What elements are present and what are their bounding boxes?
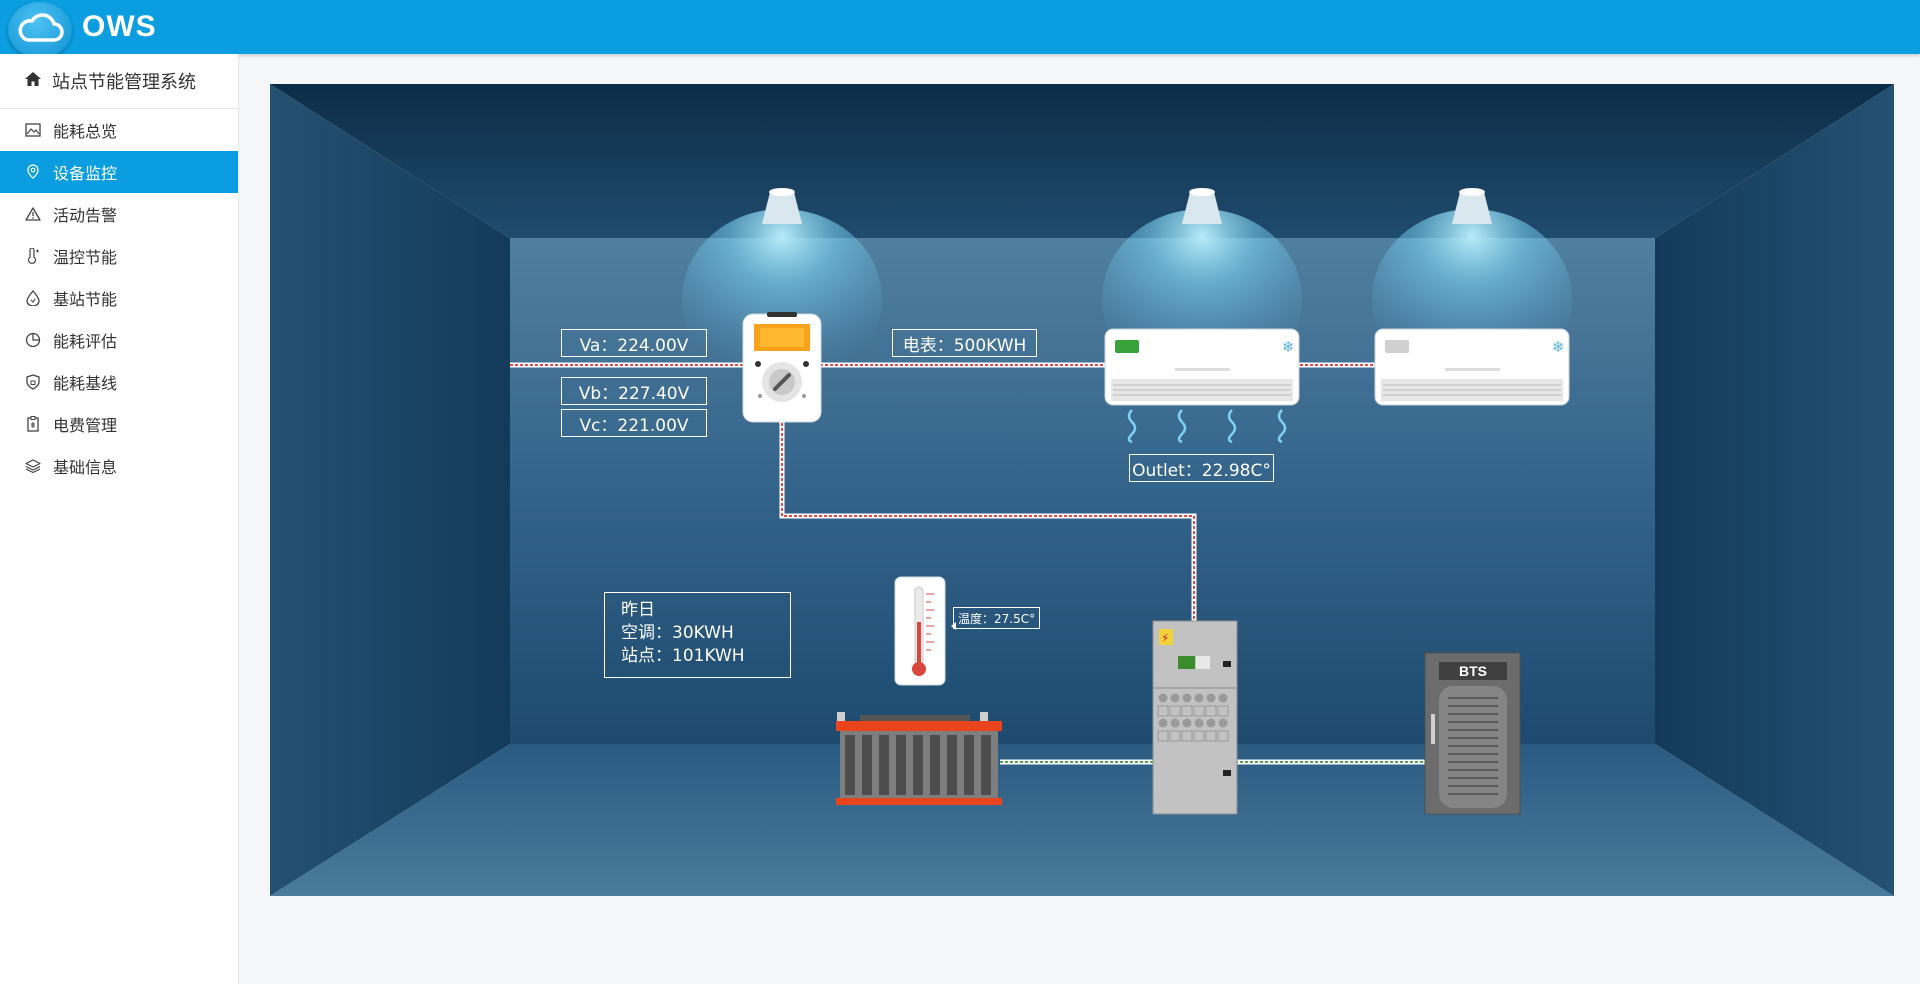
home-icon [24,71,42,92]
room-temperature-label: 温度：27.5C° [953,607,1041,629]
sidebar-item-temperature-saving[interactable]: 温控节能 [0,235,238,277]
voltage-c-label: Vc：221.00V [561,409,707,437]
voltage-a-label: Va：224.00V [561,329,707,357]
sidebar-nav: 能耗总览 设备监控 活动告警 温控节能 基站节能 能耗评估 能耗基线 电费管理 [0,109,238,487]
sidebar-item-electricity-bill[interactable]: 电费管理 [0,403,238,445]
bts-label: BTS [1459,663,1487,679]
yesterday-title: 昨日 [621,600,655,620]
yesterday-ac-consumption: 空调：30KWH [621,623,734,643]
voltage-b-label: Vb：227.40V [561,377,707,405]
floor [270,744,1894,896]
svg-text:❄: ❄ [1552,338,1565,356]
sidebar-item-label: 电费管理 [53,416,118,435]
sidebar-item-label: 能耗评估 [53,332,118,351]
app-logo-text: OWS [82,10,157,43]
outlet-temperature-label: Outlet：22.98C° [1129,454,1274,482]
ceiling [270,84,1894,238]
sidebar-item-label: 基站节能 [53,290,118,309]
sidebar-item-energy-overview[interactable]: 能耗总览 [0,109,238,151]
electric-meter-icon[interactable] [742,312,822,423]
svg-text:❄: ❄ [1282,338,1295,356]
sidebar-item-label: 基础信息 [53,458,118,477]
yesterday-consumption-box: 昨日 空调：30KWH 站点：101KWH [604,592,791,678]
sidebar-item-label: 能耗基线 [53,374,118,393]
device-monitor-panel: ❄ ❄ ⚡ BTS Va：224.00V Vb：227.40V Vc：221.0… [270,84,1894,896]
sidebar-item-station-saving[interactable]: 基站节能 [0,277,238,319]
sidebar-item-label: 温控节能 [53,248,118,267]
distribution-cabinet-icon[interactable]: ⚡ [1152,620,1238,815]
room-scene: ❄ ❄ ⚡ [270,84,1894,896]
sidebar-title-label: 站点节能管理系统 [52,72,196,93]
sidebar-item-label: 设备监控 [53,164,118,183]
top-header: OWS [0,0,1920,58]
sidebar-item-device-monitor[interactable]: 设备监控 [0,151,238,193]
drop-icon [24,289,42,307]
air-conditioner-icon[interactable]: ❄ [1374,328,1570,406]
bill-icon [24,415,42,433]
svg-text:⚡: ⚡ [1161,631,1169,645]
sidebar: 站点节能管理系统 能耗总览 设备监控 活动告警 温控节能 基站节能 能耗评估 能… [0,54,239,984]
shield-icon [24,373,42,391]
pie-chart-icon [24,331,42,349]
sidebar-item-energy-baseline[interactable]: 能耗基线 [0,361,238,403]
sidebar-item-label: 能耗总览 [53,122,118,141]
sidebar-item-alarms[interactable]: 活动告警 [0,193,238,235]
meter-reading-label: 电表：500KWH [892,329,1037,357]
location-icon [24,163,42,181]
warning-icon [24,205,42,223]
yesterday-site-consumption: 站点：101KWH [621,646,745,666]
cloud-logo-icon[interactable] [8,2,72,58]
thermometer-icon [24,247,42,265]
layers-icon [24,457,42,475]
sidebar-title[interactable]: 站点节能管理系统 [0,54,238,109]
battery-icon[interactable] [836,712,1002,805]
sidebar-item-energy-evaluation[interactable]: 能耗评估 [0,319,238,361]
sidebar-item-basic-info[interactable]: 基础信息 [0,445,238,487]
image-icon [24,121,42,139]
sidebar-item-label: 活动告警 [53,206,118,225]
